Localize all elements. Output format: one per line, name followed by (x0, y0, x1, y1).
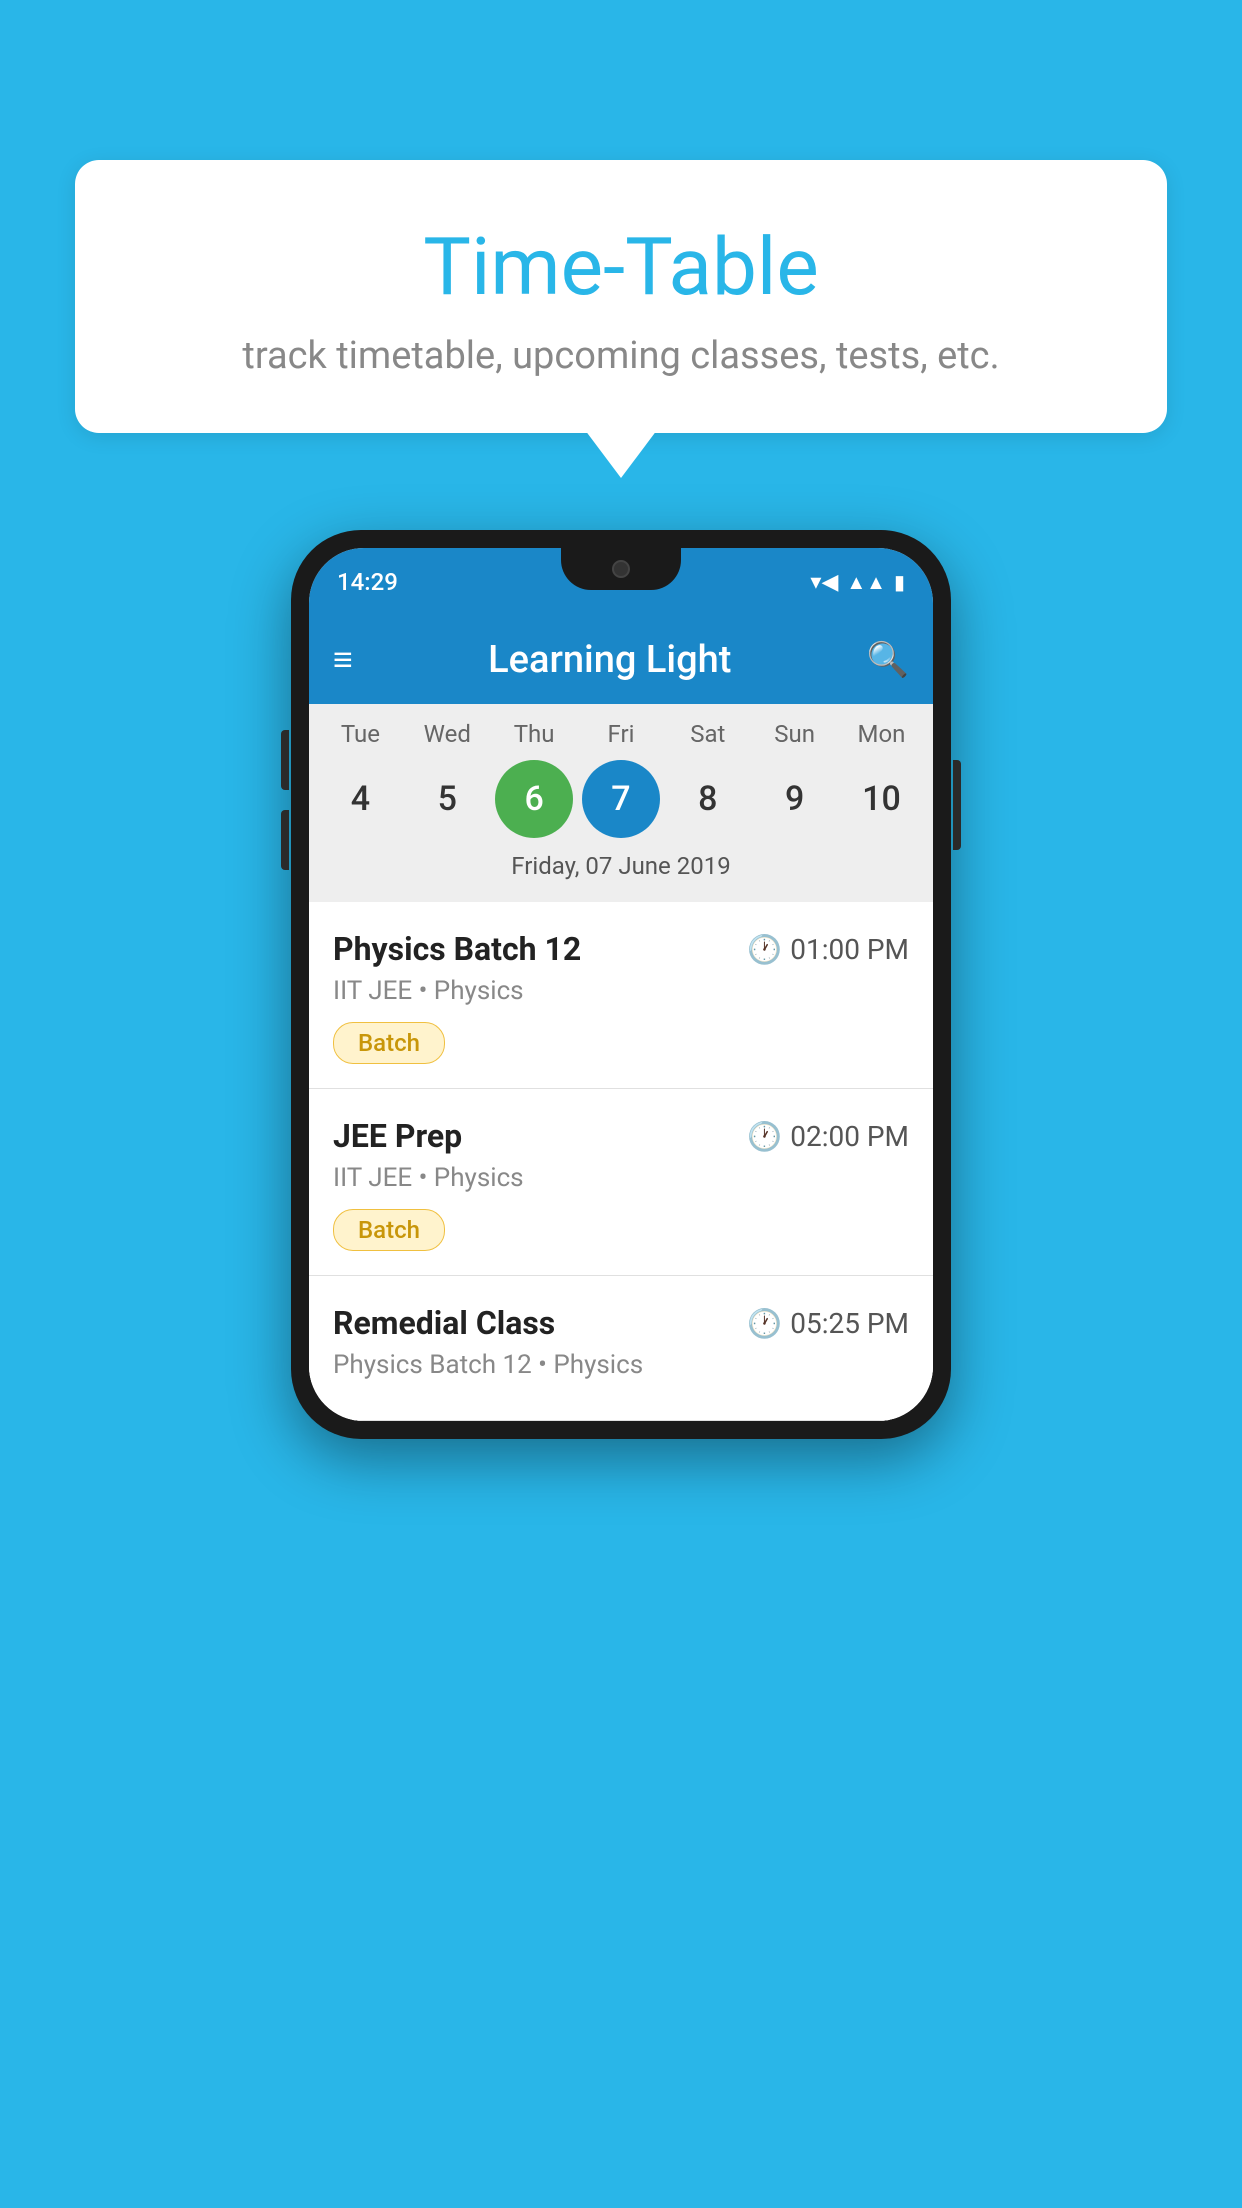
schedule-item-1[interactable]: Physics Batch 12 🕐 01:00 PM IIT JEE • Ph… (309, 902, 933, 1089)
battery-icon: ▮ (894, 570, 905, 594)
class-time-2: 🕐 02:00 PM (747, 1120, 909, 1153)
day-header-wed: Wed (408, 720, 486, 748)
notch (561, 548, 681, 590)
day-8[interactable]: 8 (669, 760, 747, 838)
clock-icon-3: 🕐 (747, 1307, 782, 1340)
class-meta-1: IIT JEE • Physics (333, 976, 909, 1006)
day-header-fri: Fri (582, 720, 660, 748)
day-headers: Tue Wed Thu Fri Sat Sun Mon (309, 720, 933, 756)
schedule-item-header-2: JEE Prep 🕐 02:00 PM (333, 1117, 909, 1155)
day-header-sun: Sun (756, 720, 834, 748)
volume-down-button (281, 810, 289, 870)
search-icon[interactable]: 🔍 (867, 640, 909, 680)
day-header-thu: Thu (495, 720, 573, 748)
day-numbers: 4 5 6 7 8 9 10 (309, 756, 933, 846)
day-9[interactable]: 9 (756, 760, 834, 838)
class-time-3: 🕐 05:25 PM (747, 1307, 909, 1340)
app-title: Learning Light (373, 638, 847, 682)
schedule-list: Physics Batch 12 🕐 01:00 PM IIT JEE • Ph… (309, 902, 933, 1421)
power-button (953, 760, 961, 850)
hamburger-menu-icon[interactable]: ≡ (333, 643, 353, 677)
day-header-tue: Tue (321, 720, 399, 748)
class-name-2: JEE Prep (333, 1117, 462, 1155)
batch-badge-2: Batch (333, 1209, 445, 1251)
day-10[interactable]: 10 (842, 760, 920, 838)
day-header-mon: Mon (842, 720, 920, 748)
day-5[interactable]: 5 (408, 760, 486, 838)
schedule-item-3[interactable]: Remedial Class 🕐 05:25 PM Physics Batch … (309, 1276, 933, 1421)
phone-screen: 14:29 ▾◀ ▲▲ ▮ ≡ Learning Light 🔍 Tu (309, 548, 933, 1421)
bubble-title: Time-Table (125, 220, 1117, 314)
selected-date-label: Friday, 07 June 2019 (309, 846, 933, 894)
schedule-item-header-3: Remedial Class 🕐 05:25 PM (333, 1304, 909, 1342)
batch-badge-1: Batch (333, 1022, 445, 1064)
class-name-3: Remedial Class (333, 1304, 555, 1342)
wifi-icon: ▾◀ (810, 570, 838, 595)
day-header-sat: Sat (669, 720, 747, 748)
phone-mockup: 14:29 ▾◀ ▲▲ ▮ ≡ Learning Light 🔍 Tu (291, 530, 951, 1439)
speech-bubble: Time-Table track timetable, upcoming cla… (75, 160, 1167, 433)
status-icons: ▾◀ ▲▲ ▮ (810, 570, 905, 595)
class-name-1: Physics Batch 12 (333, 930, 581, 968)
clock-icon-1: 🕐 (747, 933, 782, 966)
app-bar: ≡ Learning Light 🔍 (309, 616, 933, 704)
schedule-item-2[interactable]: JEE Prep 🕐 02:00 PM IIT JEE • Physics Ba… (309, 1089, 933, 1276)
clock-icon-2: 🕐 (747, 1120, 782, 1153)
signal-icon: ▲▲ (846, 570, 886, 595)
day-6-today[interactable]: 6 (495, 760, 573, 838)
calendar-section: Tue Wed Thu Fri Sat Sun Mon 4 5 6 7 8 9 … (309, 704, 933, 902)
class-meta-2: IIT JEE • Physics (333, 1163, 909, 1193)
day-4[interactable]: 4 (321, 760, 399, 838)
bubble-subtitle: track timetable, upcoming classes, tests… (125, 334, 1117, 378)
camera (612, 560, 630, 578)
volume-up-button (281, 730, 289, 790)
phone-container: 14:29 ▾◀ ▲▲ ▮ ≡ Learning Light 🔍 Tu (80, 530, 1162, 2208)
class-meta-3: Physics Batch 12 • Physics (333, 1350, 909, 1380)
day-7-selected[interactable]: 7 (582, 760, 660, 838)
status-time: 14:29 (337, 568, 398, 596)
status-bar: 14:29 ▾◀ ▲▲ ▮ (309, 548, 933, 616)
class-time-1: 🕐 01:00 PM (747, 933, 909, 966)
schedule-item-header-1: Physics Batch 12 🕐 01:00 PM (333, 930, 909, 968)
